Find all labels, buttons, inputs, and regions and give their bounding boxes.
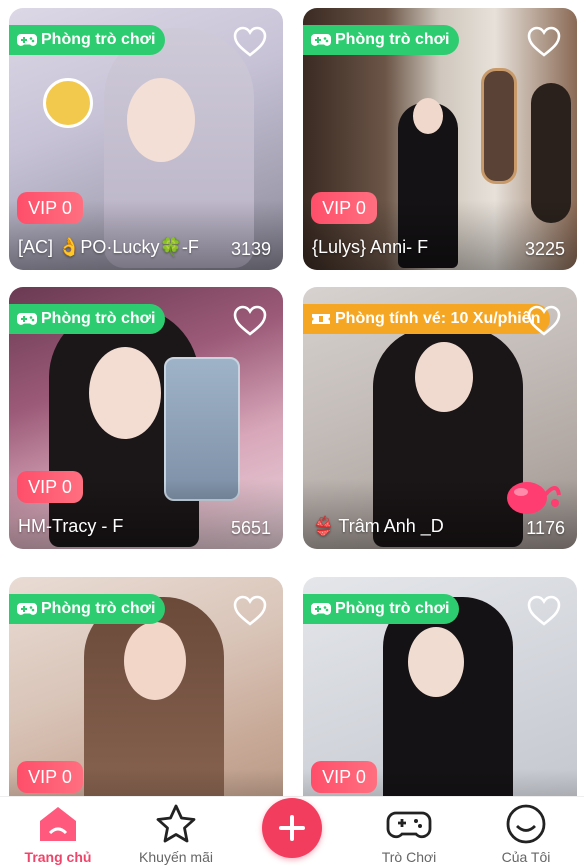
vip-badge: VIP 0 — [311, 761, 377, 793]
favorite-heart-icon[interactable] — [233, 26, 267, 58]
nav-home[interactable]: Trang chủ — [8, 797, 108, 865]
room-card[interactable]: Phòng tính vé: 10 Xu/phiên 👙 Trâm Anh _D… — [303, 287, 577, 549]
toy-icon — [507, 482, 561, 514]
favorite-heart-icon[interactable] — [527, 595, 561, 627]
viewer-count: 3139 — [230, 239, 271, 259]
gamepad-icon — [311, 34, 331, 46]
gamepad-icon — [311, 603, 331, 615]
badge-label: Phòng trò chơi — [335, 31, 450, 48]
viewer-count: 1176 — [526, 518, 565, 538]
room-card[interactable]: Phòng trò chơi VIP 0 [AC] 👌PO·Lucky🍀-F 3… — [9, 8, 283, 270]
smile-icon — [506, 804, 546, 844]
room-card[interactable]: Phòng trò chơi VIP 0 {Lulys} Anni- F 322… — [303, 8, 577, 270]
viewer-count: 5651 — [230, 518, 271, 538]
nav-home-label: Trang chủ — [24, 849, 92, 865]
badge-label: Phòng trò chơi — [41, 310, 156, 327]
ticket-icon — [312, 314, 330, 324]
nav-promo-label: Khuyến mãi — [139, 849, 213, 865]
mirror-shape — [481, 68, 517, 184]
add-button[interactable] — [262, 798, 322, 858]
room-name: HM-Tracy - F — [18, 516, 124, 536]
nav-me-label: Của Tôi — [501, 849, 551, 865]
room-type-badge: Phòng tính vé: 10 Xu/phiên — [303, 304, 551, 334]
favorite-heart-icon[interactable] — [527, 26, 561, 58]
vip-badge: VIP 0 — [17, 192, 83, 224]
badge-label: Phòng trò chơi — [41, 31, 156, 48]
viewer-count: 3225 — [524, 239, 565, 259]
room-card[interactable]: Phòng trò chơi VIP 0 — [9, 577, 283, 800]
cover-face — [413, 98, 443, 134]
gamepad-icon — [17, 34, 37, 46]
room-type-badge: Phòng trò chơi — [9, 25, 166, 55]
room-name-text: Trâm Anh _D — [338, 516, 444, 536]
badge-label: Phòng trò chơi — [335, 600, 450, 617]
room-type-badge: Phòng trò chơi — [303, 25, 460, 55]
cover-face — [127, 78, 195, 162]
gamepad-icon — [386, 811, 432, 839]
badge-label: Phòng trò chơi — [41, 600, 156, 617]
vip-badge: VIP 0 — [17, 471, 83, 503]
star-icon — [156, 804, 196, 843]
room-name: 👙 Trâm Anh _D — [312, 516, 444, 537]
cover-face — [408, 627, 464, 697]
nav-promo[interactable]: Khuyến mãi — [126, 797, 226, 865]
room-grid: Phòng trò chơi VIP 0 [AC] 👌PO·Lucky🍀-F 3… — [0, 0, 584, 800]
home-icon — [40, 807, 76, 841]
cover-face — [124, 622, 186, 700]
nav-games[interactable]: Trò Chơi — [359, 797, 459, 865]
gamepad-icon — [17, 313, 37, 325]
room-name: {Lulys} Anni- F — [312, 237, 429, 257]
cover-face — [89, 347, 161, 439]
favorite-heart-icon[interactable] — [527, 305, 561, 337]
room-type-badge: Phòng trò chơi — [9, 594, 166, 624]
cover-face — [415, 342, 473, 412]
sticker-image — [43, 78, 93, 128]
vip-badge: VIP 0 — [17, 761, 83, 793]
gamepad-icon — [17, 603, 37, 615]
bikini-icon: 👙 — [312, 516, 335, 536]
favorite-heart-icon[interactable] — [233, 595, 267, 627]
room-name: [AC] 👌PO·Lucky🍀-F — [18, 237, 199, 257]
favorite-heart-icon[interactable] — [233, 305, 267, 337]
room-type-badge: Phòng trò chơi — [303, 594, 460, 624]
room-card[interactable]: Phòng trò chơi VIP 0 — [303, 577, 577, 800]
room-card[interactable]: Phòng trò chơi VIP 0 HM-Tracy - F 5651 — [9, 287, 283, 549]
room-type-badge: Phòng trò chơi — [9, 304, 166, 334]
vip-badge: VIP 0 — [311, 192, 377, 224]
badge-label: Phòng tính vé: 10 Xu/phiên — [335, 310, 541, 327]
nav-games-label: Trò Chơi — [381, 849, 437, 865]
nav-me[interactable]: Của Tôi — [476, 797, 576, 865]
